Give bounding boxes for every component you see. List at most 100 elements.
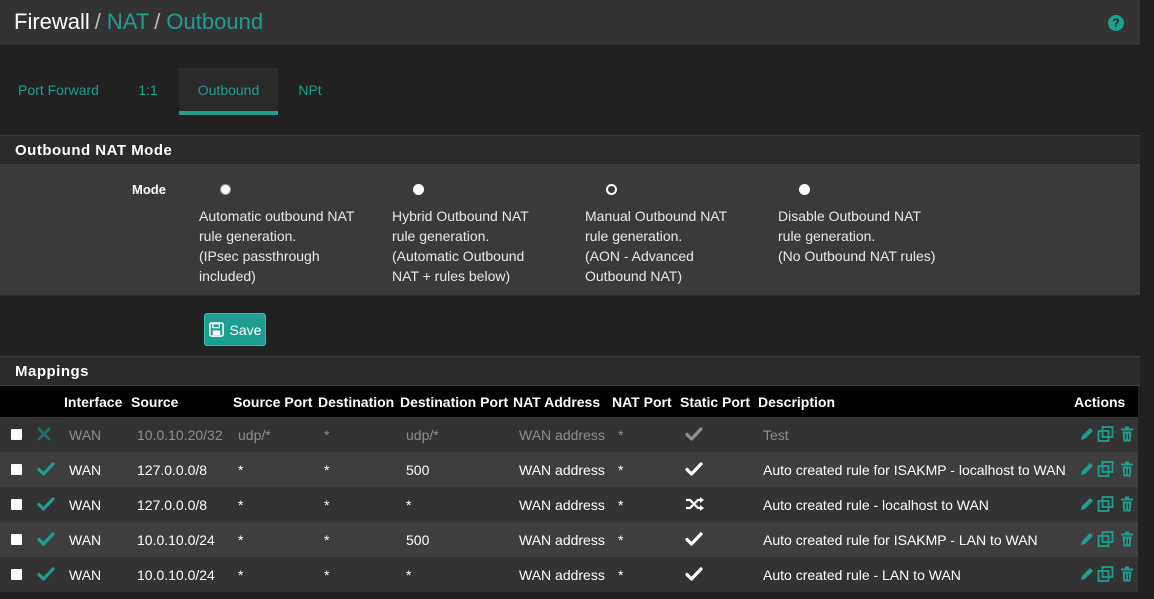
- cell-destination: *: [324, 567, 330, 583]
- col-destination: Destination: [318, 394, 395, 410]
- edit-pencil-icon: [1081, 498, 1093, 510]
- cell-description: Auto created rule - LAN to WAN: [763, 567, 961, 583]
- option-line: rule generation.: [199, 228, 297, 244]
- cell-nat-port: *: [618, 532, 624, 548]
- copy-icon: [1097, 426, 1114, 442]
- row-select-checkbox[interactable]: [11, 534, 22, 545]
- edit-pencil-button[interactable]: [1078, 566, 1095, 588]
- option-line: (No Outbound NAT rules): [778, 248, 936, 264]
- tab-port-forward[interactable]: Port Forward: [0, 68, 117, 115]
- option-disable-text: Disable Outbound NAT rule generation. (N…: [778, 206, 948, 266]
- breadcrumb-outbound-link[interactable]: Outbound: [166, 9, 263, 34]
- tab-npt[interactable]: NPt: [278, 68, 342, 115]
- help-icon[interactable]: ?: [1108, 15, 1124, 31]
- cell-destination: *: [324, 532, 330, 548]
- option-line: rule generation.: [392, 228, 490, 244]
- cell-source-port: *: [238, 497, 244, 513]
- rule-enabled-toggle[interactable]: [37, 461, 55, 482]
- copy-button[interactable]: [1097, 426, 1114, 448]
- option-line: Hybrid Outbound NAT: [392, 208, 529, 224]
- copy-button[interactable]: [1097, 566, 1114, 588]
- cell-nat-port: *: [618, 427, 624, 443]
- cell-interface: WAN: [69, 532, 102, 548]
- table-row: WAN 10.0.10.0/24 * * 500 WAN address * Auto cre…: [0, 522, 1138, 557]
- mode-label: Mode: [132, 182, 166, 197]
- floppy-disk-icon: [208, 322, 224, 337]
- cell-source: 127.0.0.0/8: [137, 462, 208, 478]
- cell-destination: *: [324, 462, 330, 478]
- option-line: Manual Outbound NAT: [585, 208, 728, 224]
- cell-destination: *: [324, 427, 330, 443]
- cell-destination: *: [324, 497, 330, 513]
- rule-disabled-toggle[interactable]: [37, 426, 51, 447]
- col-static-port: Static Port: [680, 394, 751, 410]
- option-line: (Automatic Outbound: [392, 248, 525, 264]
- rule-enabled-toggle[interactable]: [37, 496, 55, 517]
- cell-nat-port: *: [618, 497, 624, 513]
- row-select-checkbox[interactable]: [11, 429, 22, 440]
- col-nat-address: NAT Address: [513, 394, 601, 410]
- copy-button[interactable]: [1097, 496, 1114, 518]
- rule-enabled-toggle[interactable]: [37, 531, 55, 552]
- trash-icon: [1121, 426, 1133, 442]
- col-source: Source: [131, 394, 179, 410]
- rule-enabled-toggle[interactable]: [37, 566, 55, 587]
- save-button[interactable]: Save: [204, 313, 266, 346]
- static-port-indicator: [685, 461, 703, 482]
- col-description: Description: [758, 394, 836, 410]
- cell-destination-port: udp/*: [406, 427, 439, 443]
- edit-pencil-icon: [1081, 463, 1093, 475]
- option-manual-text: Manual Outbound NAT rule generation. (AO…: [585, 206, 755, 286]
- tab-outbound[interactable]: Outbound: [179, 68, 278, 115]
- radio-manual[interactable]: [606, 184, 617, 195]
- cell-source: 127.0.0.0/8: [137, 497, 208, 513]
- trash-button[interactable]: [1119, 566, 1136, 588]
- cell-description: Test: [763, 427, 789, 443]
- shuffle-icon: [686, 497, 704, 511]
- breadcrumb-firewall: Firewall: [14, 9, 90, 34]
- static-port-indicator: [685, 496, 705, 517]
- mappings-panel-title: Mappings: [0, 356, 1140, 386]
- edit-pencil-icon: [1081, 568, 1093, 580]
- edit-pencil-button[interactable]: [1078, 496, 1095, 518]
- static-port-indicator: [685, 531, 703, 552]
- trash-button[interactable]: [1119, 496, 1136, 518]
- cell-interface: WAN: [69, 462, 102, 478]
- radio-disable[interactable]: [799, 184, 810, 195]
- check-icon: [37, 532, 55, 546]
- trash-button[interactable]: [1119, 426, 1136, 448]
- edit-pencil-icon: [1081, 533, 1093, 545]
- cell-nat-address: WAN address: [519, 532, 605, 548]
- trash-icon: [1121, 496, 1133, 512]
- edit-pencil-icon: [1081, 428, 1093, 440]
- option-hybrid-text: Hybrid Outbound NAT rule generation. (Au…: [392, 206, 562, 286]
- cell-source: 10.0.10.0/24: [137, 567, 215, 583]
- radio-automatic[interactable]: [220, 184, 231, 195]
- option-line: rule generation.: [585, 228, 683, 244]
- table-row: WAN 10.0.10.0/24 * * * WAN address * Auto creat…: [0, 557, 1138, 592]
- option-line: (IPsec passthrough: [199, 248, 320, 264]
- col-nat-port: NAT Port: [612, 394, 672, 410]
- edit-pencil-button[interactable]: [1078, 461, 1095, 483]
- cell-source-port: *: [238, 532, 244, 548]
- cell-source-port: *: [238, 567, 244, 583]
- option-automatic-text: Automatic outbound NAT rule generation. …: [199, 206, 369, 286]
- option-line: included): [199, 268, 256, 284]
- tab-one-to-one[interactable]: 1:1: [117, 68, 179, 115]
- cell-interface: WAN: [69, 427, 102, 443]
- trash-button[interactable]: [1119, 461, 1136, 483]
- edit-pencil-button[interactable]: [1078, 531, 1095, 553]
- trash-button[interactable]: [1119, 531, 1136, 553]
- option-line: NAT + rules below): [392, 268, 511, 284]
- copy-button[interactable]: [1097, 531, 1114, 553]
- cell-description: Auto created rule for ISAKMP - localhost…: [763, 462, 1066, 478]
- radio-hybrid[interactable]: [413, 184, 424, 195]
- copy-button[interactable]: [1097, 461, 1114, 483]
- edit-pencil-button[interactable]: [1078, 426, 1095, 448]
- row-select-checkbox[interactable]: [11, 569, 22, 580]
- row-select-checkbox[interactable]: [11, 464, 22, 475]
- row-select-checkbox[interactable]: [11, 499, 22, 510]
- static-port-indicator: [685, 566, 703, 587]
- table-header: Interface Source Source Port Destination…: [0, 386, 1138, 417]
- breadcrumb-nat-link[interactable]: NAT: [107, 9, 149, 34]
